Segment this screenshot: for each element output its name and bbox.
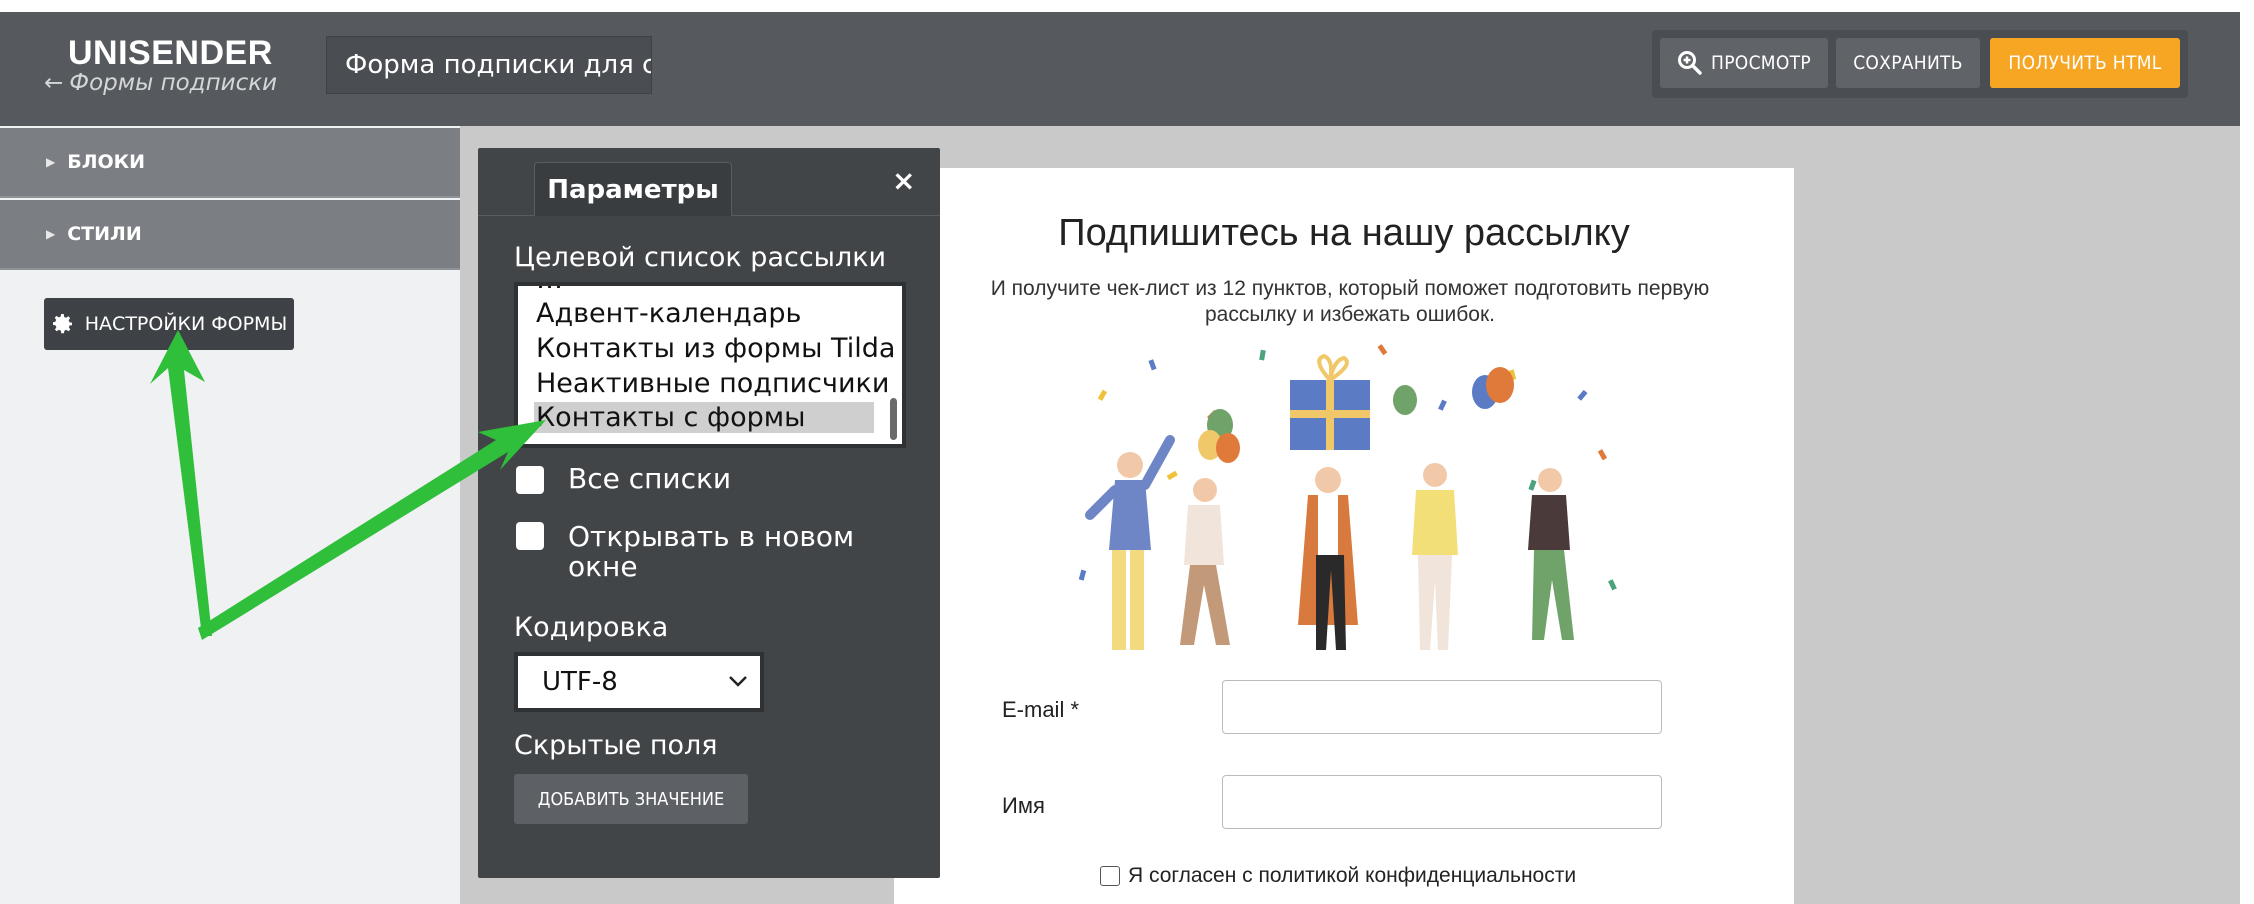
- chevron-down-icon: [729, 676, 747, 687]
- logo: UNISENDER: [68, 34, 273, 72]
- section-label: БЛОКИ: [67, 151, 146, 173]
- all-lists-checkbox[interactable]: [516, 466, 544, 494]
- gear-icon: [52, 314, 72, 334]
- top-strip: [0, 0, 2254, 12]
- party-illustration: [1078, 344, 1617, 650]
- back-link[interactable]: ← Формы подписки: [44, 70, 277, 96]
- person-4: [1412, 463, 1458, 650]
- consent-row[interactable]: Я согласен с политикой конфиденциальност…: [1100, 864, 1576, 888]
- consent-label: Я согласен с политикой конфиденциальност…: [1128, 864, 1577, 887]
- save-button[interactable]: СОХРАНИТЬ: [1836, 38, 1980, 88]
- name-label: Имя: [1002, 793, 1045, 818]
- list-item[interactable]: Неактивные подписчики: [536, 368, 889, 399]
- encoding-label: Кодировка: [514, 612, 669, 643]
- list-item[interactable]: Адвент-календарь: [536, 298, 801, 329]
- target-list-select[interactable]: … Адвент-календарь Контакты из формы Til…: [514, 282, 906, 448]
- person-5: [1528, 468, 1574, 640]
- preview-title: Подпишитесь на нашу рассылку: [1058, 212, 1630, 254]
- encoding-select[interactable]: UTF-8: [514, 652, 764, 712]
- email-input[interactable]: [1222, 680, 1662, 734]
- person-1: [1085, 435, 1175, 650]
- right-edge: [2240, 12, 2254, 904]
- back-link-label: Формы подписки: [69, 70, 278, 96]
- close-icon[interactable]: ×: [892, 164, 915, 197]
- add-value-button[interactable]: ДОБАВИТЬ ЗНАЧЕНИЕ: [514, 774, 748, 824]
- open-new-window-checkbox[interactable]: [516, 522, 544, 550]
- consent-checkbox[interactable]: [1100, 866, 1120, 886]
- balloons-right: [1393, 367, 1514, 415]
- person-3: [1298, 467, 1358, 650]
- open-new-window-label: Открывать в новом окне: [568, 520, 855, 583]
- get-html-button[interactable]: ПОЛУЧИТЬ HTML: [1990, 38, 2180, 88]
- person-2: [1180, 478, 1230, 645]
- list-item[interactable]: Контакты из формы Tilda: [536, 333, 895, 364]
- zoom-icon: [1678, 51, 1702, 75]
- name-input[interactable]: [1222, 775, 1662, 829]
- target-list-label: Целевой список рассылки: [514, 242, 887, 273]
- form-settings-button[interactable]: НАСТРОЙКИ ФОРМЫ: [44, 298, 294, 350]
- form-title-input[interactable]: Форма подписки для сайта: [326, 36, 652, 94]
- sidebar-section-blocks[interactable]: ▶ БЛОКИ: [0, 128, 460, 198]
- preview-subtitle: И получите чек-лист из 12 пунктов, котор…: [990, 277, 1710, 326]
- all-lists-label: Все списки: [568, 462, 732, 495]
- tab-params[interactable]: Параметры: [534, 162, 732, 216]
- balloons-left: [1198, 409, 1240, 463]
- list-item-selected[interactable]: Контакты с формы: [534, 402, 874, 433]
- back-arrow-icon: ←: [44, 70, 64, 96]
- list-scrollbar[interactable]: [890, 398, 897, 440]
- list-item-partial: …: [536, 286, 563, 295]
- section-label: СТИЛИ: [67, 223, 142, 245]
- encoding-value: UTF-8: [542, 667, 618, 697]
- email-label: E-mail *: [1002, 697, 1080, 722]
- sidebar-section-styles[interactable]: ▶ СТИЛИ: [0, 200, 460, 270]
- gift-box: [1290, 353, 1370, 450]
- caret-right-icon: ▶: [46, 155, 56, 169]
- caret-right-icon: ▶: [46, 227, 56, 241]
- preview-label: ПРОСМОТР: [1711, 52, 1811, 74]
- hidden-fields-label: Скрытые поля: [514, 730, 718, 761]
- form-settings-label: НАСТРОЙКИ ФОРМЫ: [84, 313, 288, 335]
- preview-button[interactable]: ПРОСМОТР: [1660, 38, 1828, 88]
